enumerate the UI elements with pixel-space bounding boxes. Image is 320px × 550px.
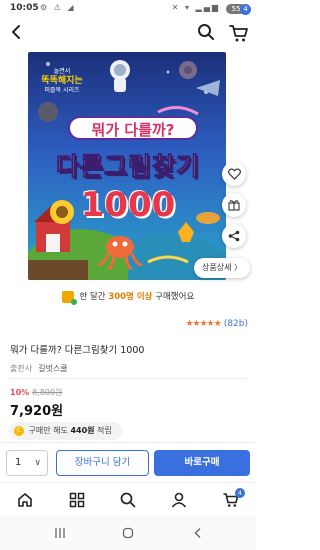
cart-count-badge: 4: [240, 4, 251, 15]
share-icon: [228, 230, 240, 242]
cover-title-number: 1000: [80, 185, 176, 225]
wishlist-button[interactable]: [222, 162, 246, 186]
shopping-bag-icon: [61, 290, 77, 305]
my-page-icon[interactable]: [170, 491, 188, 509]
bottom-tab-bar: [0, 482, 256, 516]
quantity-select[interactable]: 1 ∨: [6, 450, 48, 476]
back-system-icon[interactable]: [192, 527, 204, 539]
cover-series-label: 놀면서 똑똑해지는 퍼즐북 시리즈: [36, 68, 88, 95]
share-button[interactable]: [222, 224, 246, 248]
cover-series-mid: 똑똑해지는: [41, 76, 83, 86]
coin-icon: C: [14, 425, 24, 436]
product-detail-button[interactable]: 상품상세 〉: [194, 258, 250, 278]
cart-icon[interactable]: [228, 22, 250, 44]
publisher-row: 출판사 길벗스쿨: [10, 363, 68, 374]
points-badge: C 구매만 해도 440원 적립: [10, 422, 122, 440]
category-grid-icon[interactable]: [68, 491, 86, 509]
cart-tab-badge: 4: [235, 488, 245, 498]
cover-title-line1: 뭐가 다를까?: [68, 116, 198, 140]
points-prefix: 구매만 해도: [28, 426, 68, 435]
sale-price: 7,920원: [10, 404, 64, 419]
gift-icon: [228, 200, 240, 211]
publisher-name[interactable]: 길벗스쿨: [38, 364, 67, 373]
cover-series-bottom: 퍼즐북 시리즈: [44, 87, 80, 94]
status-bar: 10:05 ⚙ ⚠ ◢ ✕ ▾ ▂▄▆ 55: [0, 0, 256, 18]
points-value: 440원: [70, 426, 95, 435]
heart-icon: [227, 168, 241, 180]
notification-icons: ⚙ ⚠ ◢: [40, 3, 76, 12]
rating-summary[interactable]: ★★★★★ (82b): [185, 319, 248, 329]
discount-rate: 10%: [10, 388, 30, 397]
promo-prefix: 한 달간: [79, 292, 106, 302]
cover-title-line2: 다른그림찾기: [55, 152, 200, 182]
points-suffix: 적립: [97, 426, 112, 435]
divider: [10, 378, 246, 379]
chevron-down-icon: ∨: [34, 458, 41, 468]
cover-series-top: 놀면서: [53, 68, 71, 75]
purchase-bar: 1 ∨ 장바구니 담기 바로구매: [0, 442, 256, 482]
system-navigation-bar: [0, 516, 256, 550]
gift-button[interactable]: [222, 193, 246, 217]
promo-suffix: 구매했어요: [155, 292, 195, 302]
home-system-icon[interactable]: [122, 527, 134, 539]
connectivity-icons: ✕ ▾ ▂▄▆: [171, 3, 220, 12]
recent-apps-icon[interactable]: [54, 527, 66, 539]
star-rating-icon: ★★★★★: [185, 319, 221, 329]
purchase-count-banner: 한 달간 300명 이상 구매했어요: [0, 290, 256, 305]
search-icon[interactable]: [196, 22, 216, 42]
back-arrow-icon[interactable]: [8, 23, 26, 41]
buy-now-button[interactable]: 바로구매: [154, 450, 250, 476]
quantity-value: 1: [15, 457, 22, 468]
status-time: 10:05: [10, 3, 39, 13]
product-title: 뭐가 다를까? 다른그림찾기 1000: [10, 345, 145, 356]
book-cover-image[interactable]: 놀면서 똑똑해지는 퍼즐북 시리즈 뭐가 다를까? 다른그림찾기 1000: [28, 52, 226, 280]
discount-row: 10% 8,800원: [10, 387, 62, 398]
review-count[interactable]: (82b): [224, 319, 248, 329]
publisher-label: 출판사: [10, 364, 33, 373]
add-to-cart-button[interactable]: 장바구니 담기: [56, 450, 149, 476]
home-icon[interactable]: [16, 491, 34, 509]
top-nav: [0, 20, 256, 46]
original-price: 8,800원: [32, 388, 63, 397]
promo-highlight: 300명 이상: [108, 292, 153, 302]
search-tab-icon[interactable]: [119, 491, 137, 509]
